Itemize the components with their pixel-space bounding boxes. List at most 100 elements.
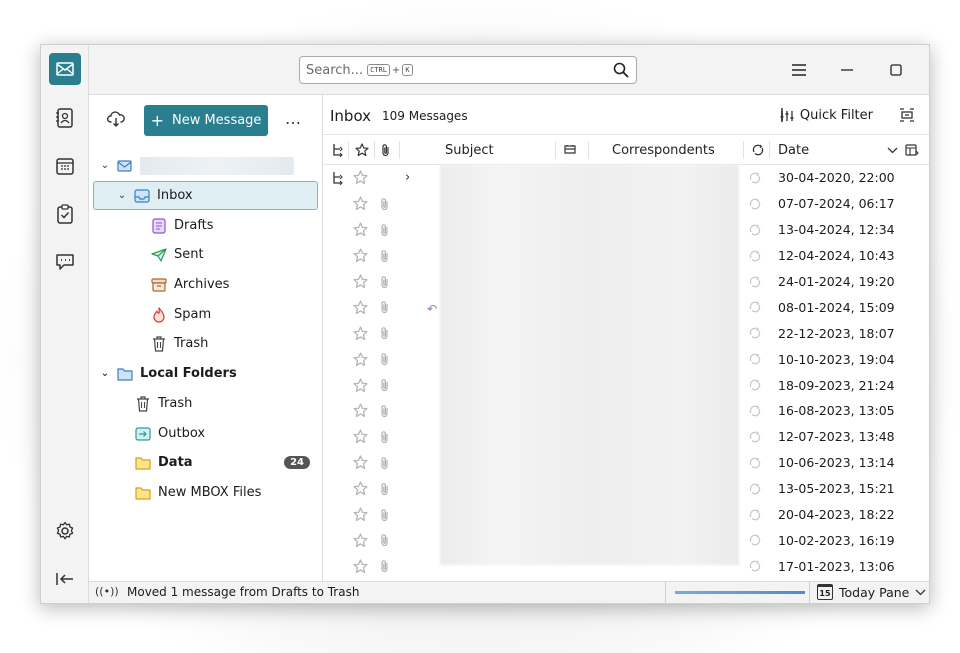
local-folder-new-mbox-files[interactable]: New MBOX Files (93, 478, 318, 507)
read-status-icon[interactable] (749, 191, 761, 217)
new-message-button[interactable]: + New Message (144, 105, 268, 136)
read-status-icon[interactable] (749, 502, 761, 528)
read-status-icon[interactable] (749, 346, 761, 372)
sort-chevron-down-icon[interactable] (887, 135, 898, 165)
subject-column-header[interactable]: Subject (445, 135, 494, 165)
star-icon[interactable] (353, 553, 368, 579)
thread-icon[interactable] (332, 165, 344, 191)
local-folder-outbox[interactable]: Outbox (93, 419, 318, 448)
star-icon[interactable] (353, 502, 368, 528)
collapse-spaces-button[interactable] (49, 563, 81, 595)
message-row[interactable]: 16-08-2023, 13:05 (323, 398, 929, 424)
thread-column-header[interactable] (332, 135, 344, 165)
star-icon[interactable] (353, 165, 368, 191)
message-row[interactable]: 18-09-2023, 21:24 (323, 372, 929, 398)
message-row[interactable]: 13-04-2024, 12:34 (323, 217, 929, 243)
filter-sliders-icon (780, 110, 794, 121)
folder-pane-more-button[interactable]: … (285, 109, 301, 128)
read-status-icon[interactable] (749, 269, 761, 295)
message-row[interactable]: 17-01-2023, 13:06 (323, 553, 929, 579)
star-icon[interactable] (353, 527, 368, 553)
message-row[interactable]: 08-01-2024, 15:09 (323, 294, 929, 320)
message-row[interactable]: 10-06-2023, 13:14 (323, 450, 929, 476)
global-search[interactable]: Search... CTRL + K (299, 56, 637, 84)
quick-filter-button[interactable]: Quick Filter (780, 108, 873, 123)
message-row[interactable]: 10-10-2023, 19:04 (323, 346, 929, 372)
star-icon[interactable] (353, 450, 368, 476)
calendar-space-button[interactable] (49, 150, 81, 182)
online-status-icon[interactable]: ((•)) (95, 585, 119, 598)
read-status-icon[interactable] (749, 476, 761, 502)
local-folders-row[interactable]: ⌄ Local Folders (93, 359, 318, 388)
message-row[interactable]: 12-04-2024, 10:43 (323, 243, 929, 269)
star-icon[interactable] (353, 269, 368, 295)
star-icon[interactable] (353, 346, 368, 372)
message-row[interactable]: 24-01-2024, 19:20 (323, 269, 929, 295)
paperclip-icon (380, 217, 390, 243)
folder-archives[interactable]: Archives (93, 270, 318, 299)
chevron-down-icon[interactable]: ⌄ (99, 368, 111, 379)
read-status-icon[interactable] (749, 424, 761, 450)
today-pane-toggle[interactable]: 15 Today Pane (817, 584, 926, 600)
expand-thread-chevron-icon[interactable]: › (405, 165, 410, 191)
read-status-icon[interactable] (749, 527, 761, 553)
paperclip-icon (380, 346, 390, 372)
folder-sent[interactable]: Sent (93, 240, 318, 269)
minimize-button[interactable] (835, 58, 859, 82)
star-icon[interactable] (353, 476, 368, 502)
folder-spam[interactable]: Spam (93, 300, 318, 329)
message-row[interactable]: 20-04-2023, 18:22 (323, 502, 929, 528)
star-column-header[interactable] (355, 135, 369, 165)
read-status-icon[interactable] (749, 243, 761, 269)
star-icon[interactable] (353, 320, 368, 346)
message-row[interactable]: 13-05-2023, 15:21 (323, 476, 929, 502)
search-icon[interactable] (613, 62, 629, 78)
star-icon[interactable] (353, 398, 368, 424)
folder-drafts[interactable]: Drafts (93, 211, 318, 240)
local-folder-trash[interactable]: Trash (93, 389, 318, 418)
star-icon[interactable] (353, 191, 368, 217)
local-folder-data[interactable]: Data 24 (93, 448, 318, 477)
address-book-space-button[interactable] (49, 102, 81, 134)
settings-button[interactable] (49, 515, 81, 547)
mail-space-button[interactable] (49, 53, 81, 85)
star-icon[interactable] (353, 424, 368, 450)
read-status-icon[interactable] (749, 217, 761, 243)
folder-inbox[interactable]: ⌄ Inbox (93, 181, 318, 210)
star-icon[interactable] (353, 372, 368, 398)
star-icon[interactable] (353, 243, 368, 269)
message-row[interactable]: 12-07-2023, 13:48 (323, 424, 929, 450)
read-status-icon[interactable] (749, 372, 761, 398)
maximize-button[interactable] (884, 58, 908, 82)
read-status-column-header[interactable] (752, 135, 764, 165)
search-input[interactable]: Search... (306, 63, 363, 78)
display-options-icon[interactable] (899, 107, 915, 123)
column-picker-button[interactable] (905, 135, 919, 165)
app-menu-button[interactable] (787, 58, 811, 82)
read-status-icon[interactable] (749, 294, 761, 320)
get-messages-icon[interactable] (107, 111, 125, 127)
tasks-space-button[interactable] (49, 198, 81, 230)
read-status-icon[interactable] (749, 553, 761, 579)
folder-label: Inbox (157, 188, 193, 203)
message-row[interactable]: 07-07-2024, 06:17 (323, 191, 929, 217)
chat-space-button[interactable] (49, 246, 81, 278)
read-status-icon[interactable] (749, 450, 761, 476)
junk-status-icon (564, 145, 576, 154)
account-row[interactable]: ⌄ (93, 151, 318, 180)
message-row[interactable]: › 30-04-2020, 22:00 (323, 165, 929, 191)
message-row[interactable]: 22-12-2023, 18:07 (323, 320, 929, 346)
attachment-column-header[interactable] (381, 135, 391, 165)
folder-trash[interactable]: Trash (93, 329, 318, 358)
read-status-icon[interactable] (749, 165, 761, 191)
read-status-icon[interactable] (749, 398, 761, 424)
date-column-header[interactable]: Date (778, 135, 809, 165)
chevron-down-icon[interactable]: ⌄ (116, 190, 128, 201)
message-row[interactable]: 10-02-2023, 16:19 (323, 527, 929, 553)
correspondents-column-header[interactable]: Correspondents (612, 135, 715, 165)
star-icon[interactable] (353, 217, 368, 243)
chevron-down-icon[interactable]: ⌄ (99, 160, 111, 171)
star-icon[interactable] (353, 294, 368, 320)
read-status-icon[interactable] (749, 320, 761, 346)
spam-column-header[interactable] (563, 135, 577, 165)
